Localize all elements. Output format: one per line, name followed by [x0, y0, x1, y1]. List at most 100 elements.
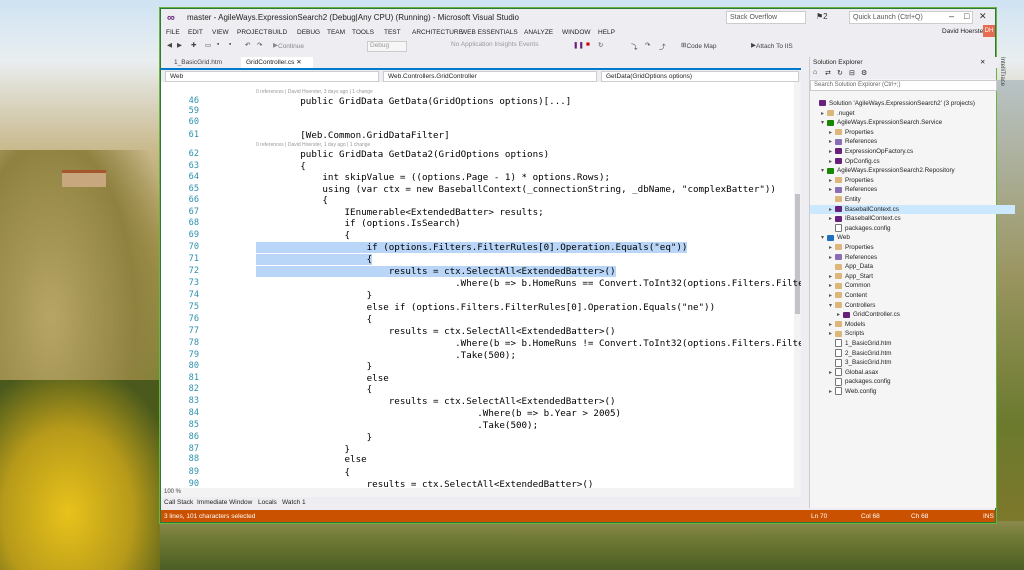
- menu-file[interactable]: FILE: [166, 29, 180, 36]
- code-line[interactable]: 79 .Take(500);: [161, 350, 801, 361]
- solution-explorer-item[interactable]: ▸ References: [810, 253, 877, 263]
- solution-explorer-item[interactable]: ▸ Content: [810, 291, 867, 301]
- user-name[interactable]: David Hoerster: [942, 28, 985, 35]
- tab-1-basicgrid[interactable]: 1_BasicGrid.htm: [169, 57, 227, 68]
- code-line[interactable]: 85 .Take(500);: [161, 420, 801, 431]
- solution-explorer-item[interactable]: ▸ .nuget: [810, 109, 855, 119]
- menu-view[interactable]: VIEW: [212, 29, 229, 36]
- open-icon[interactable]: ▭: [205, 41, 211, 49]
- solution-explorer-item[interactable]: ▸ GridController.cs: [810, 310, 900, 320]
- start-button[interactable]: ▶ Continue: [273, 41, 304, 50]
- menu-edit[interactable]: EDIT: [188, 29, 203, 36]
- code-line[interactable]: 68 if (options.IsSearch): [161, 218, 801, 229]
- close-icon[interactable]: ✕: [979, 11, 987, 22]
- code-line[interactable]: 71 {: [161, 254, 801, 265]
- solution-explorer-item[interactable]: packages.config: [810, 224, 891, 234]
- code-line[interactable]: 66 {: [161, 195, 801, 206]
- home-icon[interactable]: ⌂: [813, 69, 817, 76]
- configuration-select[interactable]: Debug: [367, 41, 407, 52]
- solution-explorer-item[interactable]: ▸ Properties: [810, 176, 874, 186]
- redo-icon[interactable]: ↷: [257, 41, 262, 49]
- code-line[interactable]: 67 IEnumerable<ExtendedBatter> results;: [161, 207, 801, 218]
- sync-icon[interactable]: ⇄: [825, 69, 831, 77]
- menu-analyze[interactable]: ANALYZE: [524, 29, 553, 36]
- menu-architecture[interactable]: ARCHITECTURE: [412, 29, 463, 36]
- code-line[interactable]: 90 results = ctx.SelectAll<ExtendedBatte…: [161, 479, 801, 488]
- code-editor[interactable]: 46 public GridData GetData(GridOptions o…: [161, 82, 801, 488]
- code-line[interactable]: 72 results = ctx.SelectAll<ExtendedBatte…: [161, 266, 801, 277]
- solution-explorer-item[interactable]: ▸ Models: [810, 320, 865, 330]
- code-line[interactable]: 83 results = ctx.SelectAll<ExtendedBatte…: [161, 396, 801, 407]
- class-dropdown[interactable]: Web.Controllers.GridController: [383, 71, 597, 82]
- menu-build[interactable]: BUILD: [268, 29, 287, 36]
- menu-window[interactable]: WINDOW: [562, 29, 591, 36]
- code-line[interactable]: 78 .Where(b => b.HomeRuns != Convert.ToI…: [161, 338, 801, 349]
- notifications-flag-icon[interactable]: ⚑2: [816, 12, 828, 21]
- solution-explorer-item[interactable]: packages.config: [810, 377, 891, 387]
- stack-overflow-search-input[interactable]: Stack Overflow: [726, 11, 806, 24]
- solution-explorer-item[interactable]: App_Data: [810, 262, 873, 272]
- code-line[interactable]: 61 [Web.Common.GridDataFilter]: [161, 130, 801, 141]
- solution-explorer-item[interactable]: ▾ AgileWays.ExpressionSearch2.Repository: [810, 166, 955, 176]
- code-map-button[interactable]: ⊞ Code Map: [681, 41, 716, 50]
- zoom-level[interactable]: 100 %: [164, 489, 181, 495]
- maximize-icon[interactable]: □: [964, 11, 969, 21]
- code-line[interactable]: 86 }: [161, 432, 801, 443]
- solution-explorer-item[interactable]: ▸ OpConfig.cs: [810, 157, 880, 167]
- codelens-info[interactable]: 0 references | David Hoerster, 3 days ag…: [256, 89, 373, 96]
- solution-explorer-item[interactable]: ▾ AgileWays.ExpressionSearch.Service: [810, 118, 942, 128]
- save-all-icon[interactable]: ▪: [229, 41, 231, 48]
- step-into-icon[interactable]: ⤵: [631, 41, 638, 51]
- menu-help[interactable]: HELP: [598, 29, 615, 36]
- code-line[interactable]: 69 {: [161, 230, 801, 241]
- solution-explorer-item[interactable]: ▸ Web.config: [810, 387, 876, 397]
- tab-call-stack[interactable]: Call Stack: [164, 499, 193, 506]
- attach-to-iis-button[interactable]: ▶ Attach To IIS: [751, 41, 793, 50]
- pause-icon[interactable]: ❚❚: [573, 41, 584, 49]
- solution-explorer-search-input[interactable]: Search Solution Explorer (Ctrl+;): [810, 80, 997, 91]
- step-out-icon[interactable]: ⤴: [659, 41, 666, 51]
- back-icon[interactable]: ◀: [167, 41, 172, 49]
- quick-launch-input[interactable]: Quick Launch (Ctrl+Q): [849, 11, 973, 24]
- code-line[interactable]: 60: [161, 117, 801, 128]
- intellitrace-side-tab[interactable]: IntelliTrace: [997, 57, 1005, 157]
- solution-explorer-item[interactable]: Solution 'AgileWays.ExpressionSearch2' (…: [810, 99, 975, 109]
- solution-explorer-item[interactable]: ▸ References: [810, 185, 877, 195]
- menu-tools[interactable]: TOOLS: [352, 29, 374, 36]
- code-line[interactable]: 88 else: [161, 454, 801, 465]
- solution-explorer-item[interactable]: 2_BasicGrid.htm: [810, 348, 892, 359]
- project-dropdown[interactable]: Web: [165, 71, 379, 82]
- solution-explorer-item[interactable]: ▸ Global.asax: [810, 368, 878, 378]
- code-line[interactable]: 89 {: [161, 467, 801, 478]
- application-insights-button[interactable]: No Application Insights Events: [451, 41, 538, 48]
- menu-web-essentials[interactable]: WEB ESSENTIALS: [461, 29, 518, 36]
- code-line[interactable]: 82 {: [161, 384, 801, 395]
- solution-explorer-item[interactable]: ▾ Web: [810, 233, 850, 243]
- refresh-icon[interactable]: ↻: [837, 69, 843, 77]
- avatar[interactable]: DH: [983, 25, 995, 37]
- code-line[interactable]: 81 else: [161, 373, 801, 384]
- solution-explorer-item[interactable]: ▸ BaseballContext.cs: [810, 204, 1015, 215]
- panel-close-icon[interactable]: ✕: [980, 57, 985, 68]
- code-line[interactable]: 73 .Where(b => b.HomeRuns == Convert.ToI…: [161, 278, 801, 289]
- solution-explorer-item[interactable]: ▸ IBaseballContext.cs: [810, 214, 901, 224]
- menu-debug[interactable]: DEBUG: [297, 29, 320, 36]
- solution-explorer-item[interactable]: ▸ ExpressionOpFactory.cs: [810, 147, 913, 157]
- code-line[interactable]: 63 {: [161, 161, 801, 172]
- new-project-icon[interactable]: ✚: [191, 41, 196, 49]
- code-line[interactable]: 74 }: [161, 290, 801, 301]
- code-line[interactable]: 84 .Where(b => b.Year > 2005): [161, 408, 801, 419]
- close-tab-icon[interactable]: ✕: [296, 59, 301, 66]
- solution-explorer-item[interactable]: 1_BasicGrid.htm: [810, 339, 892, 349]
- member-dropdown[interactable]: GetData(GridOptions options): [601, 71, 799, 82]
- code-line[interactable]: 70 if (options.Filters.FilterRules[0].Op…: [161, 242, 801, 253]
- code-line[interactable]: 62 public GridData GetData2(GridOptions …: [161, 149, 801, 160]
- undo-icon[interactable]: ↶: [245, 41, 250, 49]
- menu-project[interactable]: PROJECT: [237, 29, 267, 36]
- stop-icon[interactable]: ■: [586, 41, 590, 48]
- solution-explorer-item[interactable]: ▸ App_Start: [810, 272, 873, 282]
- code-line[interactable]: 75 else if (options.Filters.FilterRules[…: [161, 302, 801, 313]
- collapse-all-icon[interactable]: ⊟: [849, 69, 855, 77]
- minimize-icon[interactable]: –: [949, 11, 954, 21]
- menu-team[interactable]: TEAM: [327, 29, 345, 36]
